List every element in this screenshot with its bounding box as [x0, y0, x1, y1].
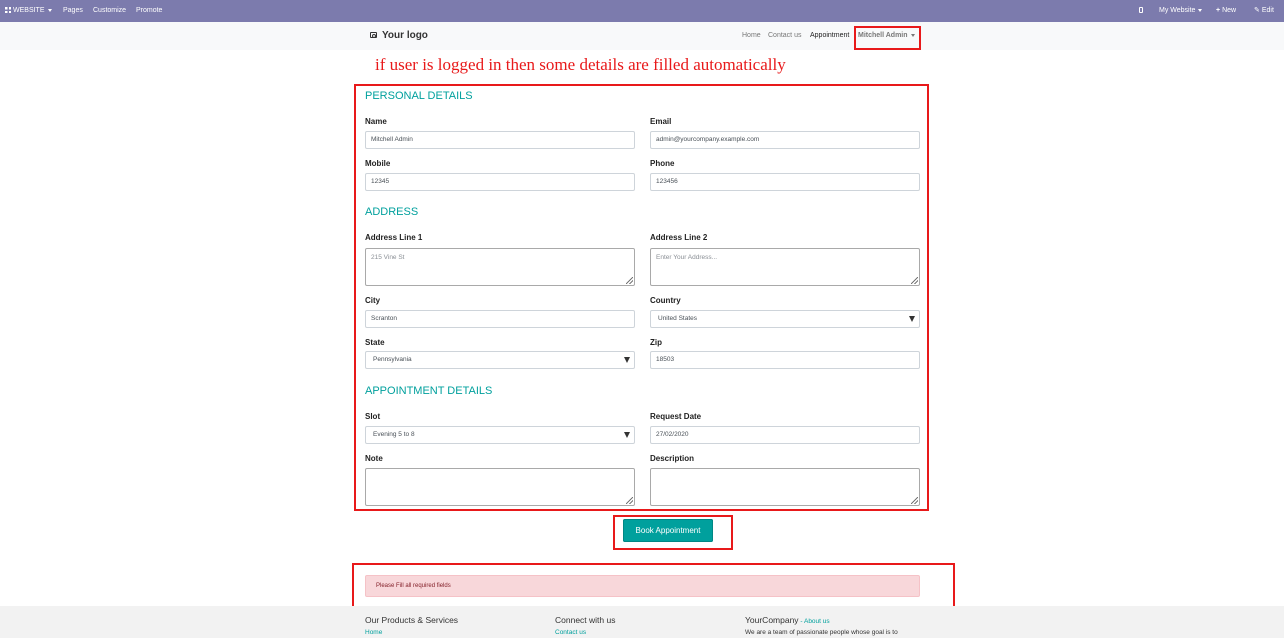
resize-handle-icon[interactable]: [911, 277, 918, 284]
city-input[interactable]: Scranton: [365, 310, 635, 328]
email-label: Email: [650, 117, 672, 126]
resize-handle-icon[interactable]: [626, 497, 633, 504]
country-label: Country: [650, 296, 681, 305]
note-textarea[interactable]: [365, 468, 635, 506]
footer-company-text: We are a team of passionate people whose…: [745, 629, 898, 636]
description-textarea[interactable]: [650, 468, 920, 506]
admin-bar: WEBSITE Pages Customize Promote My Websi…: [0, 0, 1284, 22]
slot-label: Slot: [365, 412, 381, 421]
site-footer: [0, 606, 1284, 638]
footer-about-link[interactable]: About us: [804, 618, 830, 625]
my-website-label: My Website: [1159, 7, 1196, 14]
footer-products-title: Our Products & Services: [365, 615, 459, 625]
footer-connect-title: Connect with us: [555, 615, 616, 625]
new-button[interactable]: + New: [1216, 0, 1236, 22]
address-title: ADDRESS: [365, 206, 419, 218]
phone-label: Phone: [650, 159, 675, 168]
highlight-user-menu: [854, 26, 921, 50]
address1-label: Address Line 1: [365, 233, 423, 242]
note-label: Note: [365, 454, 383, 463]
mobile-label: Mobile: [365, 159, 391, 168]
website-menu[interactable]: WEBSITE: [5, 0, 52, 22]
chevron-down-icon: [1198, 8, 1203, 12]
address1-value: 215 Vine St: [371, 254, 405, 261]
name-label: Name: [365, 117, 387, 126]
zip-input[interactable]: 18503: [650, 351, 920, 369]
state-value: Pennsylvania: [373, 356, 412, 363]
nav-appointment[interactable]: Appointment: [810, 22, 849, 50]
pencil-icon: ✎: [1254, 7, 1260, 14]
country-value: United States: [658, 315, 698, 322]
nav-home[interactable]: Home: [742, 22, 761, 50]
site-logo[interactable]: Your logo: [370, 30, 428, 41]
edit-button[interactable]: ✎ Edit: [1254, 0, 1274, 22]
error-alert: Please Fill all required fields: [365, 575, 920, 597]
country-select[interactable]: United States: [650, 310, 920, 328]
camera-icon: [370, 32, 377, 38]
promote-menu[interactable]: Promote: [136, 0, 162, 22]
apps-grid-icon: [5, 7, 11, 14]
state-select[interactable]: Pennsylvania: [365, 351, 635, 369]
new-button-label: New: [1222, 7, 1237, 14]
request-date-label: Request Date: [650, 412, 702, 421]
logo-text: Your logo: [382, 30, 428, 41]
plus-icon: +: [1216, 7, 1221, 14]
state-label: State: [365, 338, 385, 347]
mobile-preview-button[interactable]: [1139, 0, 1143, 22]
mobile-icon: [1139, 7, 1143, 14]
city-label: City: [365, 296, 381, 305]
footer-company-name: YourCompany: [745, 615, 799, 625]
slot-value: Evening 5 to 8: [373, 431, 415, 438]
website-menu-label: WEBSITE: [13, 7, 45, 14]
customize-menu[interactable]: Customize: [93, 0, 126, 22]
description-label: Description: [650, 454, 695, 463]
address2-label: Address Line 2: [650, 233, 708, 242]
chevron-down-icon: [47, 8, 52, 12]
footer-contact-link[interactable]: Contact us: [555, 629, 586, 636]
footer-home-link[interactable]: Home: [365, 629, 382, 636]
address1-textarea[interactable]: 215 Vine St: [365, 248, 635, 286]
nav-contact-us[interactable]: Contact us: [768, 22, 801, 50]
resize-handle-icon[interactable]: [626, 277, 633, 284]
request-date-input[interactable]: 27/02/2020: [650, 426, 920, 444]
slot-select[interactable]: Evening 5 to 8: [365, 426, 635, 444]
email-input[interactable]: admin@yourcompany.example.com: [650, 131, 920, 149]
resize-handle-icon[interactable]: [911, 497, 918, 504]
dropdown-arrow-icon: [909, 316, 915, 322]
zip-label: Zip: [650, 338, 662, 347]
book-appointment-button[interactable]: Book Appointment: [623, 519, 713, 542]
edit-button-label: Edit: [1261, 7, 1274, 14]
annotation-text: if user is logged in then some details a…: [375, 55, 786, 74]
appointment-details-title: APPOINTMENT DETAILS: [365, 385, 493, 397]
dropdown-arrow-icon: [624, 432, 630, 438]
personal-details-title: PERSONAL DETAILS: [365, 90, 473, 102]
footer-company-title: YourCompany - About us: [745, 615, 830, 625]
my-website-menu[interactable]: My Website: [1159, 0, 1203, 22]
pages-menu[interactable]: Pages: [63, 0, 83, 22]
address2-textarea[interactable]: Enter Your Address...: [650, 248, 920, 286]
dropdown-arrow-icon: [624, 357, 630, 363]
site-header: Your logo Home Contact us Appointment Mi…: [0, 22, 1284, 50]
name-input[interactable]: Mitchell Admin: [365, 131, 635, 149]
phone-input[interactable]: 123456: [650, 173, 920, 191]
mobile-input[interactable]: 12345: [365, 173, 635, 191]
address2-placeholder: Enter Your Address...: [656, 254, 718, 261]
